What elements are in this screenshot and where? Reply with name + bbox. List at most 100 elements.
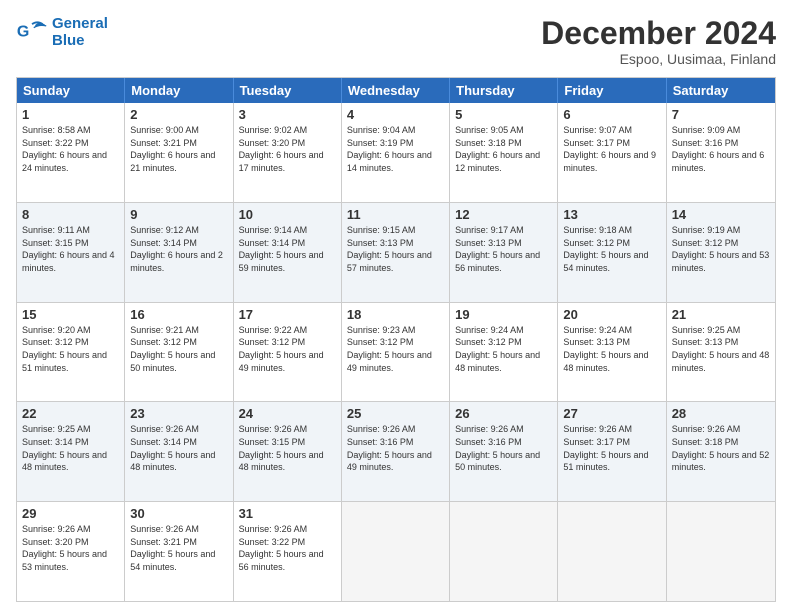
day-number: 2	[130, 107, 227, 122]
day-info: Sunrise: 9:26 AMSunset: 3:16 PMDaylight:…	[455, 423, 552, 473]
day-number: 4	[347, 107, 444, 122]
day-number: 30	[130, 506, 227, 521]
day-info: Sunrise: 9:18 AMSunset: 3:12 PMDaylight:…	[563, 224, 660, 274]
day-number: 17	[239, 307, 336, 322]
day-cell-2: 2 Sunrise: 9:00 AMSunset: 3:21 PMDayligh…	[125, 103, 233, 202]
day-number: 25	[347, 406, 444, 421]
day-number: 3	[239, 107, 336, 122]
day-info: Sunrise: 9:14 AMSunset: 3:14 PMDaylight:…	[239, 224, 336, 274]
day-cell-28: 28 Sunrise: 9:26 AMSunset: 3:18 PMDaylig…	[667, 402, 775, 501]
day-number: 27	[563, 406, 660, 421]
day-number: 28	[672, 406, 770, 421]
day-number: 7	[672, 107, 770, 122]
day-info: Sunrise: 9:26 AMSunset: 3:18 PMDaylight:…	[672, 423, 770, 473]
day-number: 26	[455, 406, 552, 421]
day-number: 13	[563, 207, 660, 222]
day-info: Sunrise: 9:26 AMSunset: 3:17 PMDaylight:…	[563, 423, 660, 473]
day-info: Sunrise: 9:26 AMSunset: 3:20 PMDaylight:…	[22, 523, 119, 573]
logo: G General Blue	[16, 16, 108, 49]
day-info: Sunrise: 9:25 AMSunset: 3:13 PMDaylight:…	[672, 324, 770, 374]
day-cell-9: 9 Sunrise: 9:12 AMSunset: 3:14 PMDayligh…	[125, 203, 233, 302]
calendar-body: 1 Sunrise: 8:58 AMSunset: 3:22 PMDayligh…	[17, 103, 775, 601]
page: G General Blue December 2024 Espoo, Uusi…	[0, 0, 792, 612]
day-cell-11: 11 Sunrise: 9:15 AMSunset: 3:13 PMDaylig…	[342, 203, 450, 302]
day-cell-22: 22 Sunrise: 9:25 AMSunset: 3:14 PMDaylig…	[17, 402, 125, 501]
calendar-row-1: 1 Sunrise: 8:58 AMSunset: 3:22 PMDayligh…	[17, 103, 775, 202]
day-cell-24: 24 Sunrise: 9:26 AMSunset: 3:15 PMDaylig…	[234, 402, 342, 501]
day-cell-17: 17 Sunrise: 9:22 AMSunset: 3:12 PMDaylig…	[234, 303, 342, 402]
day-number: 31	[239, 506, 336, 521]
day-number: 11	[347, 207, 444, 222]
weekday-header-monday: Monday	[125, 78, 233, 103]
calendar-row-5: 29 Sunrise: 9:26 AMSunset: 3:20 PMDaylig…	[17, 501, 775, 601]
day-info: Sunrise: 9:09 AMSunset: 3:16 PMDaylight:…	[672, 124, 770, 174]
day-cell-13: 13 Sunrise: 9:18 AMSunset: 3:12 PMDaylig…	[558, 203, 666, 302]
logo-blue: Blue	[52, 32, 85, 49]
day-number: 29	[22, 506, 119, 521]
day-info: Sunrise: 8:58 AMSunset: 3:22 PMDaylight:…	[22, 124, 119, 174]
calendar-row-4: 22 Sunrise: 9:25 AMSunset: 3:14 PMDaylig…	[17, 401, 775, 501]
day-info: Sunrise: 9:26 AMSunset: 3:16 PMDaylight:…	[347, 423, 444, 473]
day-cell-3: 3 Sunrise: 9:02 AMSunset: 3:20 PMDayligh…	[234, 103, 342, 202]
day-number: 21	[672, 307, 770, 322]
calendar: SundayMondayTuesdayWednesdayThursdayFrid…	[16, 77, 776, 602]
day-info: Sunrise: 9:24 AMSunset: 3:13 PMDaylight:…	[563, 324, 660, 374]
day-cell-12: 12 Sunrise: 9:17 AMSunset: 3:13 PMDaylig…	[450, 203, 558, 302]
day-cell-1: 1 Sunrise: 8:58 AMSunset: 3:22 PMDayligh…	[17, 103, 125, 202]
day-cell-27: 27 Sunrise: 9:26 AMSunset: 3:17 PMDaylig…	[558, 402, 666, 501]
day-info: Sunrise: 9:26 AMSunset: 3:14 PMDaylight:…	[130, 423, 227, 473]
day-info: Sunrise: 9:00 AMSunset: 3:21 PMDaylight:…	[130, 124, 227, 174]
day-info: Sunrise: 9:21 AMSunset: 3:12 PMDaylight:…	[130, 324, 227, 374]
empty-cell-4-5	[558, 502, 666, 601]
day-number: 23	[130, 406, 227, 421]
day-info: Sunrise: 9:26 AMSunset: 3:15 PMDaylight:…	[239, 423, 336, 473]
day-number: 9	[130, 207, 227, 222]
day-info: Sunrise: 9:26 AMSunset: 3:22 PMDaylight:…	[239, 523, 336, 573]
day-number: 6	[563, 107, 660, 122]
day-number: 10	[239, 207, 336, 222]
day-cell-4: 4 Sunrise: 9:04 AMSunset: 3:19 PMDayligh…	[342, 103, 450, 202]
weekday-header-wednesday: Wednesday	[342, 78, 450, 103]
day-info: Sunrise: 9:19 AMSunset: 3:12 PMDaylight:…	[672, 224, 770, 274]
svg-text:G: G	[17, 23, 29, 40]
day-cell-16: 16 Sunrise: 9:21 AMSunset: 3:12 PMDaylig…	[125, 303, 233, 402]
day-info: Sunrise: 9:07 AMSunset: 3:17 PMDaylight:…	[563, 124, 660, 174]
day-cell-7: 7 Sunrise: 9:09 AMSunset: 3:16 PMDayligh…	[667, 103, 775, 202]
location-subtitle: Espoo, Uusimaa, Finland	[541, 51, 776, 67]
weekday-header-sunday: Sunday	[17, 78, 125, 103]
day-cell-21: 21 Sunrise: 9:25 AMSunset: 3:13 PMDaylig…	[667, 303, 775, 402]
day-number: 15	[22, 307, 119, 322]
day-cell-20: 20 Sunrise: 9:24 AMSunset: 3:13 PMDaylig…	[558, 303, 666, 402]
day-info: Sunrise: 9:12 AMSunset: 3:14 PMDaylight:…	[130, 224, 227, 274]
day-info: Sunrise: 9:04 AMSunset: 3:19 PMDaylight:…	[347, 124, 444, 174]
day-number: 14	[672, 207, 770, 222]
day-number: 22	[22, 406, 119, 421]
day-info: Sunrise: 9:22 AMSunset: 3:12 PMDaylight:…	[239, 324, 336, 374]
logo-icon: G	[16, 17, 48, 49]
day-info: Sunrise: 9:23 AMSunset: 3:12 PMDaylight:…	[347, 324, 444, 374]
calendar-row-3: 15 Sunrise: 9:20 AMSunset: 3:12 PMDaylig…	[17, 302, 775, 402]
day-number: 20	[563, 307, 660, 322]
day-info: Sunrise: 9:02 AMSunset: 3:20 PMDaylight:…	[239, 124, 336, 174]
day-number: 18	[347, 307, 444, 322]
day-cell-26: 26 Sunrise: 9:26 AMSunset: 3:16 PMDaylig…	[450, 402, 558, 501]
day-number: 8	[22, 207, 119, 222]
day-cell-18: 18 Sunrise: 9:23 AMSunset: 3:12 PMDaylig…	[342, 303, 450, 402]
day-number: 5	[455, 107, 552, 122]
calendar-header: SundayMondayTuesdayWednesdayThursdayFrid…	[17, 78, 775, 103]
weekday-header-friday: Friday	[558, 78, 666, 103]
day-info: Sunrise: 9:20 AMSunset: 3:12 PMDaylight:…	[22, 324, 119, 374]
day-number: 1	[22, 107, 119, 122]
day-number: 12	[455, 207, 552, 222]
empty-cell-4-4	[450, 502, 558, 601]
day-info: Sunrise: 9:15 AMSunset: 3:13 PMDaylight:…	[347, 224, 444, 274]
day-cell-30: 30 Sunrise: 9:26 AMSunset: 3:21 PMDaylig…	[125, 502, 233, 601]
calendar-row-2: 8 Sunrise: 9:11 AMSunset: 3:15 PMDayligh…	[17, 202, 775, 302]
day-info: Sunrise: 9:25 AMSunset: 3:14 PMDaylight:…	[22, 423, 119, 473]
weekday-header-thursday: Thursday	[450, 78, 558, 103]
day-cell-14: 14 Sunrise: 9:19 AMSunset: 3:12 PMDaylig…	[667, 203, 775, 302]
day-cell-5: 5 Sunrise: 9:05 AMSunset: 3:18 PMDayligh…	[450, 103, 558, 202]
day-info: Sunrise: 9:26 AMSunset: 3:21 PMDaylight:…	[130, 523, 227, 573]
day-cell-19: 19 Sunrise: 9:24 AMSunset: 3:12 PMDaylig…	[450, 303, 558, 402]
day-info: Sunrise: 9:11 AMSunset: 3:15 PMDaylight:…	[22, 224, 119, 274]
